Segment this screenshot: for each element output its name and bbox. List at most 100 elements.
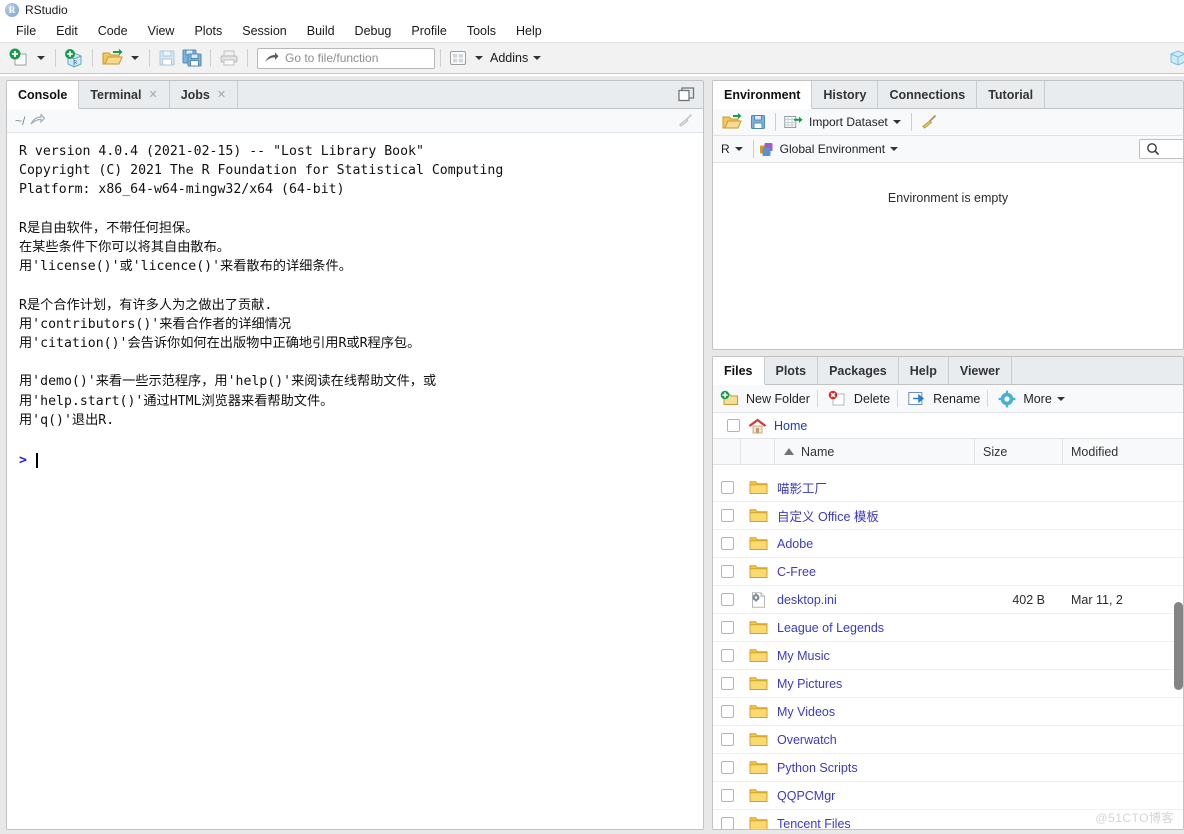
row-name[interactable]: My Videos (775, 705, 975, 719)
table-row[interactable]: My Pictures (713, 670, 1183, 698)
row-name[interactable]: My Music (775, 649, 975, 663)
menu-session[interactable]: Session (232, 22, 296, 40)
open-file-dropdown-caret[interactable] (131, 56, 139, 60)
row-checkbox[interactable] (720, 761, 734, 774)
row-name[interactable]: 自定义 Office 模板 (775, 506, 975, 525)
tab-viewer[interactable]: Viewer (948, 357, 1012, 384)
row-checkbox[interactable] (720, 621, 734, 634)
goto-file-function-input[interactable]: Go to file/function (257, 47, 435, 69)
save-button[interactable] (155, 46, 179, 70)
tab-history[interactable]: History (812, 81, 879, 108)
tab-jobs[interactable]: Jobs ✕ (169, 81, 239, 108)
tab-terminal[interactable]: Terminal ✕ (79, 81, 170, 108)
open-file-button[interactable] (98, 46, 126, 70)
tab-packages[interactable]: Packages (818, 357, 899, 384)
tab-jobs-close-icon[interactable]: ✕ (217, 88, 226, 101)
tab-tutorial[interactable]: Tutorial (977, 81, 1046, 108)
table-row[interactable]: C-Free (713, 558, 1183, 586)
new-folder-button[interactable] (717, 387, 742, 411)
console-working-directory[interactable]: ~/ (15, 114, 25, 128)
more-button[interactable] (995, 387, 1019, 411)
row-name[interactable]: League of Legends (775, 621, 975, 635)
row-checkbox[interactable] (720, 649, 734, 662)
new-file-dropdown-caret[interactable] (37, 56, 45, 60)
new-file-button[interactable] (6, 46, 32, 70)
table-row[interactable]: Python Scripts (713, 754, 1183, 782)
files-header-size[interactable]: Size (975, 439, 1063, 464)
import-dataset-button[interactable] (781, 110, 806, 134)
row-name[interactable]: QQPCMgr (775, 789, 975, 803)
project-cube-icon[interactable] (1168, 47, 1184, 67)
tab-terminal-close-icon[interactable]: ✕ (148, 88, 157, 101)
home-icon[interactable] (748, 418, 767, 434)
table-row[interactable]: QQPCMgr (713, 782, 1183, 810)
row-checkbox[interactable] (720, 677, 734, 690)
table-row[interactable]: Overwatch (713, 726, 1183, 754)
table-row[interactable]: desktop.ini 402 B Mar 11, 2 (713, 586, 1183, 614)
clear-environment-button[interactable] (917, 110, 942, 134)
more-label[interactable]: More (1023, 392, 1051, 406)
select-all-checkbox[interactable] (727, 419, 740, 432)
row-checkbox[interactable] (720, 509, 734, 522)
panes-layout-button[interactable] (446, 46, 470, 70)
menu-code[interactable]: Code (88, 22, 138, 40)
menu-help[interactable]: Help (506, 22, 552, 40)
maximize-pane-icon[interactable] (678, 87, 695, 102)
row-name[interactable]: Python Scripts (775, 761, 975, 775)
console-prompt-row[interactable]: > (19, 451, 693, 470)
environment-language-selector[interactable]: R (721, 142, 730, 156)
row-name[interactable]: Tencent Files (775, 817, 975, 830)
load-workspace-button[interactable] (719, 110, 747, 134)
menu-edit[interactable]: Edit (46, 22, 88, 40)
tab-plots[interactable]: Plots (764, 357, 819, 384)
row-name[interactable]: Overwatch (775, 733, 975, 747)
row-name[interactable]: 喵影工厂 (775, 478, 975, 497)
environment-scope-caret[interactable] (890, 147, 899, 151)
environment-scope-label[interactable]: Global Environment (780, 142, 885, 156)
table-row[interactable]: League of Legends (713, 614, 1183, 642)
print-button[interactable] (216, 46, 242, 70)
addins-dropdown-caret[interactable] (533, 56, 542, 60)
console-output[interactable]: R version 4.0.4 (2021-02-15) -- "Lost Li… (7, 134, 703, 829)
table-row[interactable]: Adobe (713, 530, 1183, 558)
row-checkbox[interactable] (720, 593, 734, 606)
tab-environment[interactable]: Environment (713, 81, 813, 109)
row-checkbox[interactable] (720, 733, 734, 746)
menu-profile[interactable]: Profile (401, 22, 456, 40)
new-folder-label[interactable]: New Folder (746, 392, 810, 406)
breadcrumb-home-label[interactable]: Home (774, 419, 807, 433)
tab-console[interactable]: Console (7, 81, 80, 109)
save-all-button[interactable] (179, 46, 205, 70)
table-row[interactable]: My Videos (713, 698, 1183, 726)
files-list[interactable]: 喵影工厂自定义 Office 模板 Adobe C-Free desktop.ini 4… (713, 474, 1183, 829)
table-row[interactable]: 自定义 Office 模板 (713, 502, 1183, 530)
tab-connections[interactable]: Connections (878, 81, 978, 108)
row-checkbox[interactable] (720, 705, 734, 718)
import-dataset-label[interactable]: Import Dataset (809, 115, 888, 129)
table-row[interactable]: 喵影工厂 (713, 474, 1183, 502)
tab-help[interactable]: Help (898, 357, 949, 384)
menu-plots[interactable]: Plots (184, 22, 232, 40)
row-checkbox[interactable] (720, 817, 734, 829)
tab-files[interactable]: Files (713, 357, 765, 385)
delete-label[interactable]: Delete (854, 392, 890, 406)
menu-view[interactable]: View (138, 22, 185, 40)
open-in-window-icon[interactable] (30, 114, 46, 127)
new-project-button[interactable]: R (61, 46, 87, 70)
files-header-modified[interactable]: Modified (1063, 439, 1183, 464)
row-name[interactable]: My Pictures (775, 677, 975, 691)
import-dataset-caret[interactable] (892, 120, 901, 124)
menu-file[interactable]: File (6, 22, 46, 40)
panes-dropdown-caret[interactable] (475, 56, 483, 60)
environment-language-caret[interactable] (734, 147, 743, 151)
row-name[interactable]: Adobe (775, 537, 975, 551)
row-checkbox[interactable] (720, 481, 734, 494)
row-checkbox[interactable] (720, 537, 734, 550)
menu-debug[interactable]: Debug (345, 22, 402, 40)
row-checkbox[interactable] (720, 565, 734, 578)
row-checkbox[interactable] (720, 789, 734, 802)
more-dropdown-caret[interactable] (1056, 396, 1065, 401)
rename-button[interactable] (905, 387, 929, 411)
menu-tools[interactable]: Tools (457, 22, 506, 40)
broom-clear-console-icon[interactable] (677, 113, 695, 129)
